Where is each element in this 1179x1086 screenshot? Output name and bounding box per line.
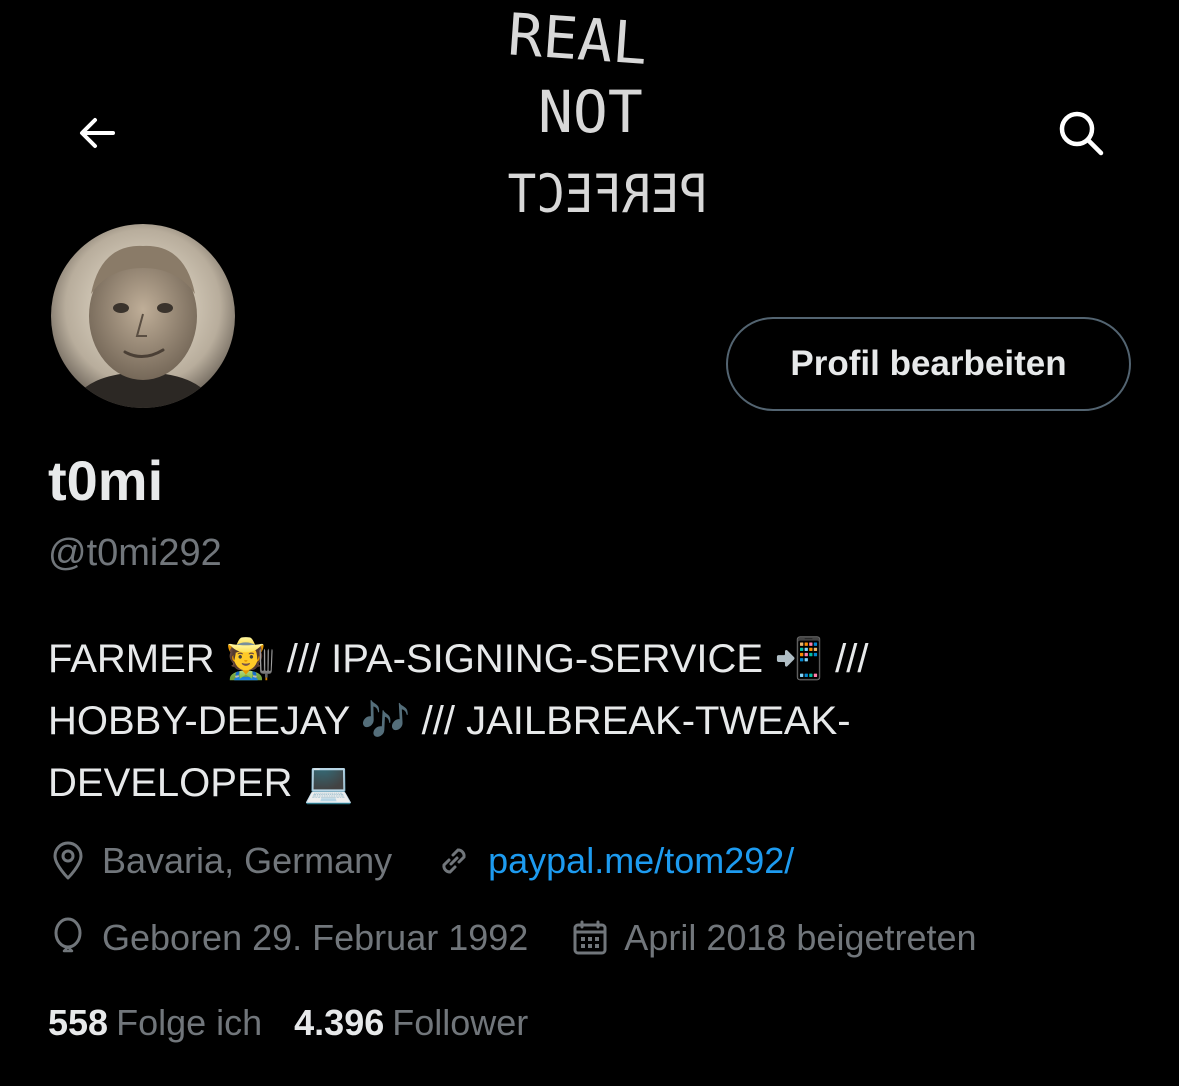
following-stat[interactable]: 558 Folge ich <box>48 1002 262 1044</box>
birthday-item: Geboren 29. Februar 1992 <box>48 917 528 959</box>
location-pin-icon <box>48 841 88 881</box>
banner-text-perfect: PERFECT <box>508 164 708 225</box>
following-label: Folge ich <box>116 1002 263 1043</box>
follow-stats: 558 Folge ich 4.396 Follower <box>48 998 560 1048</box>
bio-line: HOBBY-DEEJAY 🎶 /// JAILBREAK-TWEAK- <box>48 699 851 743</box>
avatar[interactable] <box>47 220 239 412</box>
back-button[interactable] <box>62 98 132 168</box>
username-handle: @t0mi292 <box>48 532 222 574</box>
edit-profile-button[interactable]: Profil bearbeiten <box>726 317 1131 411</box>
link-icon <box>434 841 474 881</box>
banner-image: REAL NOT PERFECT <box>440 0 740 235</box>
calendar-icon <box>570 918 610 958</box>
display-name: t0mi <box>48 449 164 512</box>
followers-stat[interactable]: 4.396 Follower <box>294 1002 528 1044</box>
following-count: 558 <box>48 1002 109 1043</box>
profile-meta-location-row: Bavaria, Germany paypal.me/tom292/ <box>48 836 836 886</box>
bio-line: DEVELOPER 💻 <box>48 761 354 805</box>
location-text: Bavaria, Germany <box>102 840 393 881</box>
profile-header-banner: REAL NOT PERFECT <box>0 0 1179 250</box>
birthday-text: Geboren 29. Februar 1992 <box>102 917 529 958</box>
profile-bio: FARMER 🧑‍🌾 /// IPA-SIGNING-SERVICE 📲 ///… <box>48 628 1128 814</box>
joined-item: April 2018 beigetreten <box>570 917 977 959</box>
joined-text: April 2018 beigetreten <box>624 917 977 958</box>
website-item[interactable]: paypal.me/tom292/ <box>434 840 794 882</box>
search-button[interactable] <box>1046 98 1116 168</box>
followers-count: 4.396 <box>294 1002 385 1043</box>
banner-text-real: REAL <box>506 0 650 78</box>
website-link[interactable]: paypal.me/tom292/ <box>488 840 794 882</box>
banner-text-not: NOT <box>538 78 643 146</box>
profile-meta-dates-row: Geboren 29. Februar 1992 April 2018 beig… <box>48 913 1019 963</box>
followers-label: Follower <box>392 1002 529 1043</box>
search-icon <box>1059 111 1104 156</box>
location-item: Bavaria, Germany <box>48 840 392 882</box>
balloon-icon <box>48 917 88 958</box>
arrow-left-icon <box>80 118 115 148</box>
bio-line: FARMER 🧑‍🌾 /// IPA-SIGNING-SERVICE 📲 /// <box>48 637 869 681</box>
